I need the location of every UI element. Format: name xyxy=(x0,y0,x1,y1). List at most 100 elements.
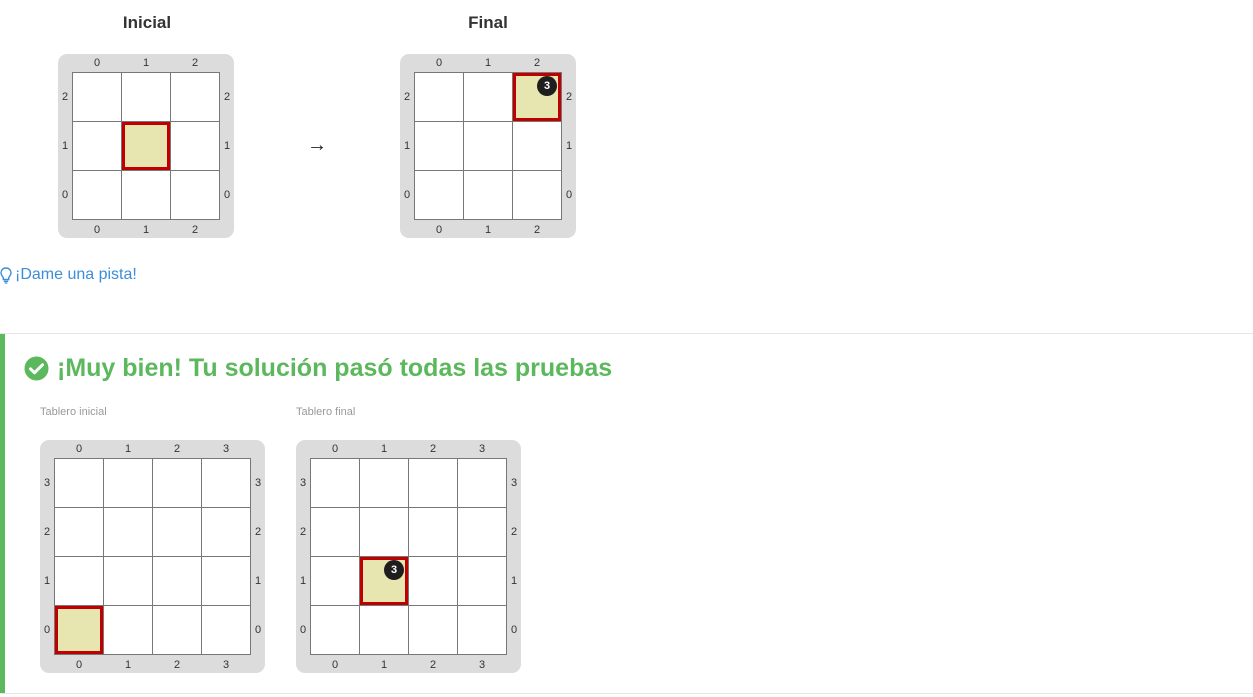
board-cell xyxy=(360,606,408,654)
column-label: 0 xyxy=(93,224,101,236)
board-cell xyxy=(311,606,359,654)
board-cell xyxy=(104,459,152,507)
board-cell xyxy=(202,508,250,556)
board-cell xyxy=(202,557,250,605)
board-cell xyxy=(122,73,170,121)
column-label: 1 xyxy=(124,659,132,671)
row-label: 1 xyxy=(254,575,262,587)
row-label: 3 xyxy=(43,477,51,489)
board-cell xyxy=(458,606,506,654)
row-label: 1 xyxy=(223,140,231,152)
board-grid xyxy=(54,458,251,655)
row-label: 2 xyxy=(299,526,307,538)
column-label: 1 xyxy=(380,443,388,455)
success-bar xyxy=(0,334,5,693)
column-label: 2 xyxy=(533,224,541,236)
column-label: 3 xyxy=(478,659,486,671)
row-label: 2 xyxy=(223,91,231,103)
hint-link[interactable]: ¡Dame una pista! xyxy=(0,266,137,284)
column-label: 3 xyxy=(222,659,230,671)
row-label: 1 xyxy=(403,140,411,152)
column-label: 1 xyxy=(484,57,492,69)
board-cell xyxy=(311,459,359,507)
board-cell xyxy=(171,171,219,219)
column-label: 2 xyxy=(429,443,437,455)
row-label: 0 xyxy=(43,624,51,636)
board-cell xyxy=(458,557,506,605)
head-cell xyxy=(55,606,103,654)
row-label: 0 xyxy=(61,189,69,201)
column-label: 2 xyxy=(429,659,437,671)
head-cell: 3 xyxy=(360,557,408,605)
column-label: 2 xyxy=(191,57,199,69)
board-cell xyxy=(458,459,506,507)
row-label: 3 xyxy=(510,477,518,489)
column-label: 1 xyxy=(380,659,388,671)
row-label: 1 xyxy=(43,575,51,587)
row-label: 0 xyxy=(223,189,231,201)
column-label: 1 xyxy=(124,443,132,455)
board-cell xyxy=(464,171,512,219)
check-circle-icon xyxy=(24,356,49,381)
arrow-right-icon: → xyxy=(307,134,327,156)
result-final-board: 3 0 0 1 1 2 2 3 3 0 0 1 1 2 2 3 3 xyxy=(296,440,521,673)
board-cell xyxy=(464,73,512,121)
initial-board: 0 0 1 1 2 2 0 0 1 1 2 2 xyxy=(58,54,234,238)
board-cell xyxy=(171,122,219,170)
board-cell xyxy=(415,171,463,219)
row-label: 0 xyxy=(403,189,411,201)
hint-label: ¡Dame una pista! xyxy=(15,266,137,283)
column-label: 0 xyxy=(331,443,339,455)
board-cell xyxy=(153,459,201,507)
row-label: 2 xyxy=(510,526,518,538)
ball-counter: 3 xyxy=(384,560,404,580)
row-label: 1 xyxy=(510,575,518,587)
row-label: 1 xyxy=(61,140,69,152)
board-cell xyxy=(513,122,561,170)
board-cell xyxy=(360,459,408,507)
column-label: 0 xyxy=(75,443,83,455)
row-label: 2 xyxy=(403,91,411,103)
column-label: 0 xyxy=(435,224,443,236)
final-board: 3 0 0 1 1 2 2 0 0 1 1 2 2 xyxy=(400,54,576,238)
row-label: 1 xyxy=(299,575,307,587)
board-cell xyxy=(73,171,121,219)
column-label: 2 xyxy=(173,443,181,455)
initial-board-title: Inicial xyxy=(122,13,172,32)
result-title-text: ¡Muy bien! Tu solución pasó todas las pr… xyxy=(57,354,613,382)
row-label: 1 xyxy=(565,140,573,152)
row-label: 2 xyxy=(565,91,573,103)
column-label: 0 xyxy=(75,659,83,671)
board-cell xyxy=(409,508,457,556)
row-label: 3 xyxy=(254,477,262,489)
board-cell xyxy=(104,606,152,654)
board-cell xyxy=(122,171,170,219)
result-title: ¡Muy bien! Tu solución pasó todas las pr… xyxy=(24,354,612,383)
board-cell xyxy=(153,606,201,654)
column-label: 1 xyxy=(142,224,150,236)
board-cell xyxy=(415,122,463,170)
initial-board-caption: Tablero inicial xyxy=(40,406,107,418)
board-grid xyxy=(72,72,220,220)
board-cell xyxy=(73,122,121,170)
board-cell xyxy=(464,122,512,170)
head-cell: 3 xyxy=(513,73,561,121)
board-cell xyxy=(153,508,201,556)
board-grid: 3 xyxy=(310,458,507,655)
row-label: 2 xyxy=(254,526,262,538)
board-cell xyxy=(360,508,408,556)
board-cell xyxy=(55,459,103,507)
board-cell xyxy=(202,459,250,507)
column-label: 2 xyxy=(173,659,181,671)
board-cell xyxy=(409,557,457,605)
row-label: 2 xyxy=(61,91,69,103)
board-cell xyxy=(409,606,457,654)
board-cell xyxy=(153,557,201,605)
board-cell xyxy=(311,508,359,556)
row-label: 3 xyxy=(299,477,307,489)
board-cell xyxy=(415,73,463,121)
board-cell xyxy=(513,171,561,219)
column-label: 1 xyxy=(142,57,150,69)
board-cell xyxy=(55,508,103,556)
board-cell xyxy=(104,508,152,556)
